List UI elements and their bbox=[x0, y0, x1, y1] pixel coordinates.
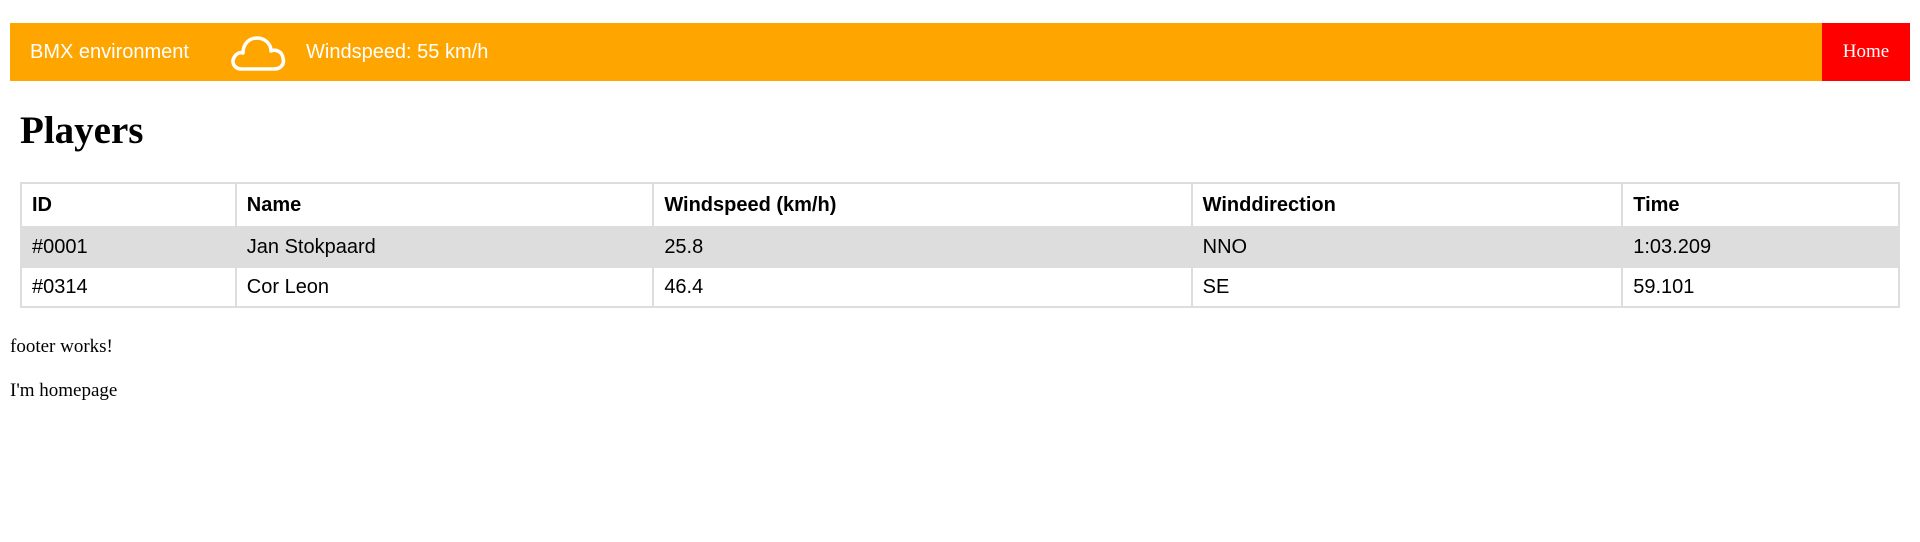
cloud-icon bbox=[231, 36, 286, 71]
cell-winddirection: SE bbox=[1190, 266, 1624, 308]
cell-id: #0001 bbox=[20, 226, 237, 268]
table-row: #0314 Cor Leon 46.4 SE 59.101 bbox=[20, 266, 1900, 308]
cell-winddirection: NNO bbox=[1190, 226, 1624, 268]
homepage-text: I'm homepage bbox=[10, 380, 118, 401]
windspeed-readout: Windspeed: 55 km/h bbox=[306, 41, 489, 63]
column-header-name: Name bbox=[234, 182, 655, 228]
cell-name: Jan Stokpaard bbox=[234, 226, 655, 268]
players-table: ID Name Windspeed (km/h) Winddirection T… bbox=[20, 182, 1900, 308]
column-header-id: ID bbox=[20, 182, 237, 228]
navbar: BMX environment Windspeed: 55 km/h Home bbox=[10, 23, 1910, 81]
home-button[interactable]: Home bbox=[1822, 23, 1910, 81]
cell-time: 59.101 bbox=[1621, 266, 1900, 308]
column-header-windspeed: Windspeed (km/h) bbox=[652, 182, 1193, 228]
column-header-winddirection: Winddirection bbox=[1190, 182, 1624, 228]
footer-text: footer works! bbox=[10, 336, 113, 357]
page-title: Players bbox=[20, 109, 144, 152]
cell-time: 1:03.209 bbox=[1621, 226, 1900, 268]
cell-id: #0314 bbox=[20, 266, 237, 308]
cell-windspeed: 46.4 bbox=[652, 266, 1193, 308]
brand-title[interactable]: BMX environment bbox=[30, 23, 189, 81]
table-row: #0001 Jan Stokpaard 25.8 NNO 1:03.209 bbox=[20, 226, 1900, 268]
cell-windspeed: 25.8 bbox=[652, 226, 1193, 268]
table-header-row: ID Name Windspeed (km/h) Winddirection T… bbox=[20, 182, 1900, 228]
column-header-time: Time bbox=[1621, 182, 1900, 228]
cell-name: Cor Leon bbox=[234, 266, 655, 308]
